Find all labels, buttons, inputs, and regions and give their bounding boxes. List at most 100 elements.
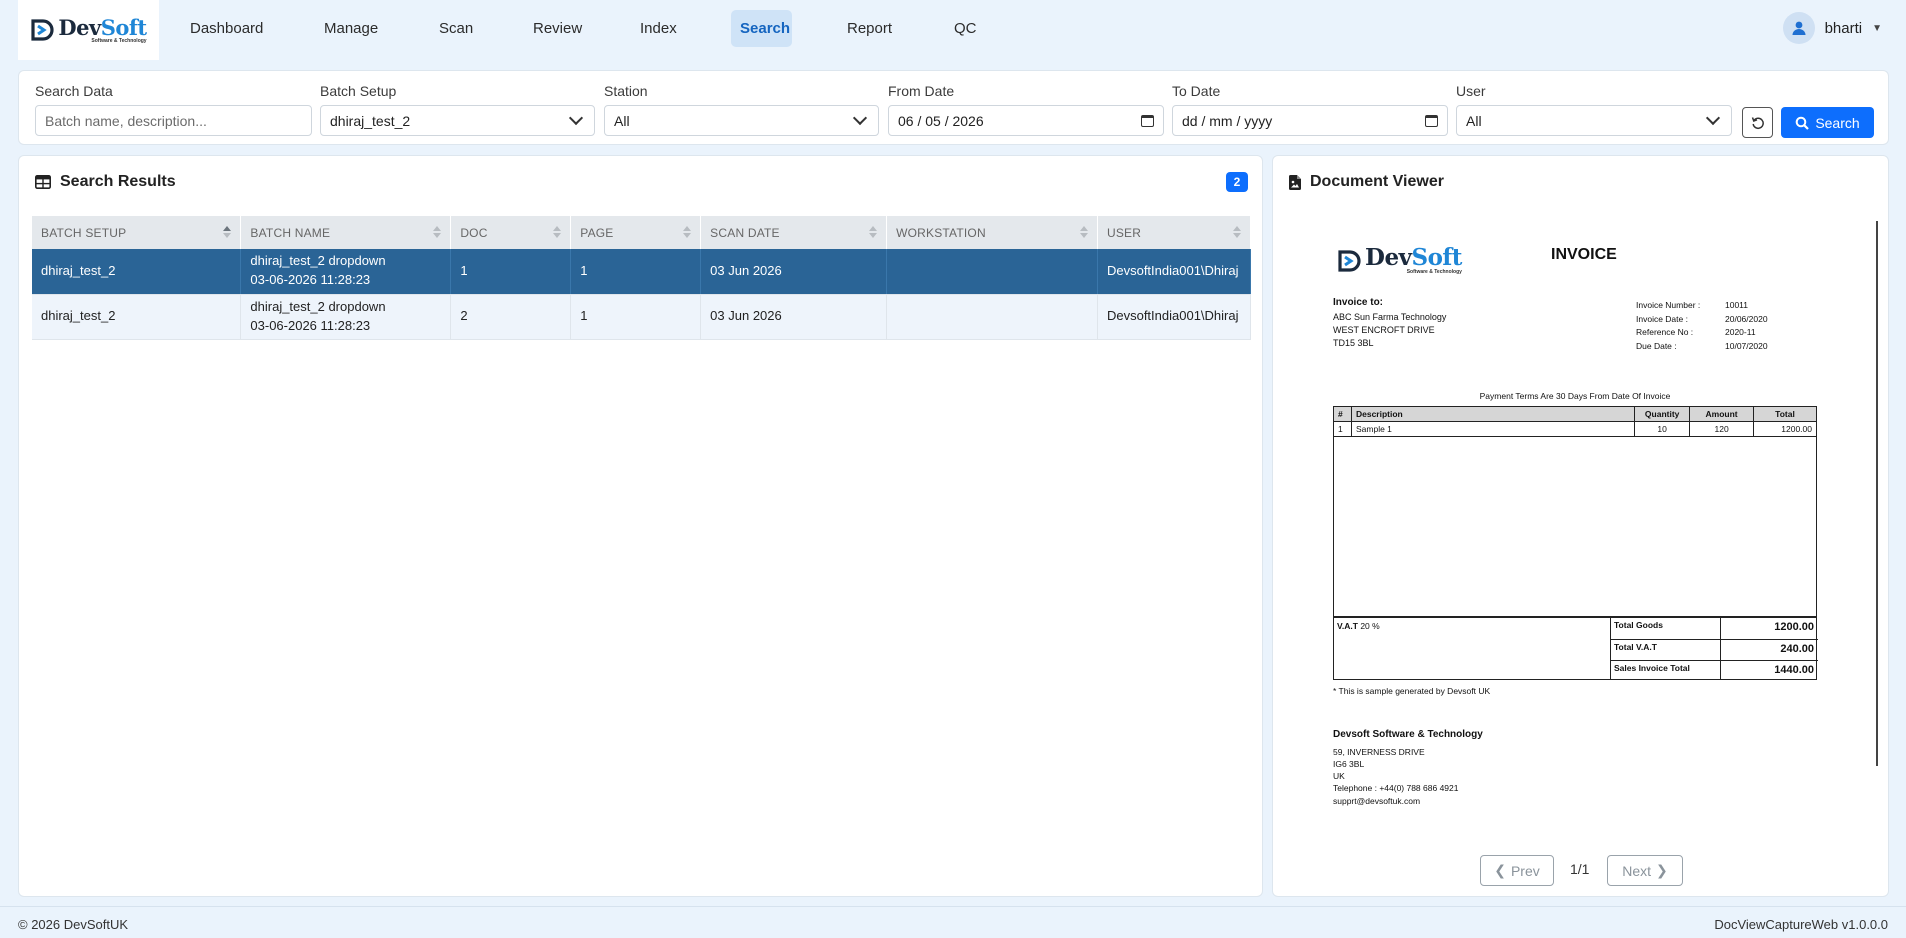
station-value: All (614, 112, 630, 129)
sort-icon (223, 226, 232, 238)
invoice-totals-box: V.A.T 20 % Total Goods 1200.00 Total V.A.… (1333, 617, 1818, 680)
invoice-company-block: Devsoft Software & Technology 59, INVERN… (1333, 729, 1483, 806)
nav-index[interactable]: Index (631, 10, 686, 47)
brand-logo[interactable]: DevSoft Software & Technology (18, 0, 159, 60)
invoice-heading: INVOICE (1551, 246, 1617, 263)
prev-page-button[interactable]: ❮ Prev (1480, 855, 1554, 886)
from-date-field: From Date 06 / 05 / 2026 (888, 83, 1164, 136)
brand-name-a: Dev (58, 14, 101, 40)
user-menu[interactable]: bharti ▼ (1782, 12, 1882, 44)
cell-user: DevsoftIndia001\Dhiraj (1097, 294, 1252, 340)
batch-setup-value: dhiraj_test_2 (330, 112, 411, 129)
col-doc[interactable]: DOC (450, 216, 572, 249)
chevron-right-icon: ❯ (1656, 862, 1668, 878)
invoice-document: DevSoft Software & Technology INVOICE In… (1333, 246, 1833, 806)
results-title-text: Search Results (60, 173, 176, 190)
search-button-label: Search (1815, 114, 1860, 131)
batch-setup-field: Batch Setup dhiraj_test_2 (320, 83, 595, 136)
results-title: Search Results (35, 173, 176, 191)
chevron-down-icon (1705, 110, 1721, 126)
cell-batch-name: dhiraj_test_2 dropdown 03-06-2026 11:28:2… (240, 249, 452, 295)
col-batch-name[interactable]: BATCH NAME (240, 216, 452, 249)
station-select[interactable]: All (604, 105, 879, 136)
cell-batch-name: dhiraj_test_2 dropdown 03-06-2026 11:28:2… (240, 294, 452, 340)
cell-workstation (886, 249, 1098, 295)
brand-name-b: Soft (100, 14, 147, 40)
file-image-icon (1289, 174, 1301, 190)
nav-dashboard[interactable]: Dashboard (181, 10, 272, 47)
cell-workstation (886, 294, 1098, 340)
cell-batch-setup: dhiraj_test_2 (32, 249, 242, 295)
viewer-title-text: Document Viewer (1310, 173, 1444, 190)
user-avatar-icon (1782, 12, 1815, 44)
sort-icon (869, 226, 878, 238)
chevron-left-icon: ❮ (1494, 862, 1506, 878)
navbar: DevSoft Software & Technology Dashboard … (0, 0, 1906, 62)
footer: © 2026 DevSoftUK DocViewCaptureWeb v1.0.… (0, 906, 1906, 938)
col-batch-setup[interactable]: BATCH SETUP (32, 216, 242, 249)
invoice-meta: Invoice Number :10011 Invoice Date :20/0… (1636, 300, 1768, 351)
table-row[interactable]: dhiraj_test_2 dhiraj_test_2 dropdown 03-0… (32, 249, 1252, 295)
reset-icon (1751, 116, 1764, 129)
sort-icon (553, 226, 562, 238)
col-page[interactable]: PAGE (570, 216, 702, 249)
viewer-scrollbar[interactable] (1876, 221, 1878, 766)
to-date-value: dd / mm / yyyy (1182, 112, 1273, 129)
invoice-note: * This is sample generated by Devsoft UK (1333, 686, 1491, 696)
cell-user: DevsoftIndia001\Dhiraj (1097, 249, 1252, 295)
from-date-label: From Date (888, 83, 955, 99)
invoice-logo: DevSoft Software & Technology (1337, 246, 1462, 275)
col-user[interactable]: USER (1097, 216, 1252, 249)
brand-tagline: Software & Technology (91, 37, 147, 44)
calendar-icon[interactable] (1425, 114, 1438, 127)
user-value: All (1466, 112, 1482, 129)
cell-page: 1 (570, 294, 702, 340)
results-table: BATCH SETUP BATCH NAME DOC PAGE SCAN DAT… (32, 216, 1252, 340)
search-button[interactable]: Search (1781, 107, 1874, 138)
table-icon (35, 175, 51, 189)
sort-icon (433, 226, 442, 238)
to-date-label: To Date (1172, 83, 1221, 99)
nav-search[interactable]: Search (731, 10, 792, 47)
cell-page: 1 (570, 249, 702, 295)
user-select[interactable]: All (1456, 105, 1732, 136)
next-page-button[interactable]: Next ❯ (1607, 855, 1683, 886)
invoice-items-table: # Description Quantity Amount Total 1 Sa… (1333, 406, 1817, 437)
cell-scan-date: 03 Jun 2026 (700, 249, 888, 295)
sort-icon (1233, 226, 1241, 238)
search-data-input[interactable]: Batch name, description... (35, 105, 312, 136)
reset-button[interactable] (1742, 107, 1773, 138)
search-data-placeholder: Batch name, description... (45, 112, 207, 129)
nav-manage[interactable]: Manage (315, 10, 387, 47)
user-label: User (1456, 83, 1486, 99)
results-count-badge: 2 (1226, 172, 1248, 192)
station-label: Station (604, 83, 648, 99)
cell-doc: 1 (450, 249, 572, 295)
user-field: User All (1456, 83, 1732, 136)
cell-scan-date: 03 Jun 2026 (700, 294, 888, 340)
batch-setup-select[interactable]: dhiraj_test_2 (320, 105, 595, 136)
sort-icon (1079, 226, 1088, 238)
table-row[interactable]: dhiraj_test_2 dhiraj_test_2 dropdown 03-0… (32, 294, 1252, 340)
cell-doc: 2 (450, 294, 572, 340)
nav-report[interactable]: Report (838, 10, 901, 47)
search-filter-panel: Search Data Batch name, description... B… (18, 70, 1889, 145)
from-date-input[interactable]: 06 / 05 / 2026 (888, 105, 1164, 136)
col-scan-date[interactable]: SCAN DATE (700, 216, 888, 249)
calendar-icon[interactable] (1141, 114, 1154, 127)
invoice-body-box (1333, 437, 1817, 617)
nav-review[interactable]: Review (524, 10, 591, 47)
devsoft-logo-icon (31, 19, 54, 41)
col-workstation[interactable]: WORKSTATION (886, 216, 1098, 249)
search-results-panel: Search Results 2 BATCH SETUP BATCH NAME … (18, 155, 1263, 897)
viewer-title: Document Viewer (1289, 173, 1444, 191)
footer-copyright: © 2026 DevSoftUK (18, 917, 129, 932)
document-viewer-panel: Document Viewer DevSoft Software & Techn… (1272, 155, 1889, 897)
to-date-input[interactable]: dd / mm / yyyy (1172, 105, 1448, 136)
nav-scan[interactable]: Scan (430, 10, 482, 47)
devsoft-logo-icon (1338, 249, 1361, 272)
nav-qc[interactable]: QC (945, 10, 986, 47)
search-data-label: Search Data (35, 83, 113, 99)
cell-batch-setup: dhiraj_test_2 (32, 294, 242, 340)
from-date-value: 06 / 05 / 2026 (898, 112, 984, 129)
